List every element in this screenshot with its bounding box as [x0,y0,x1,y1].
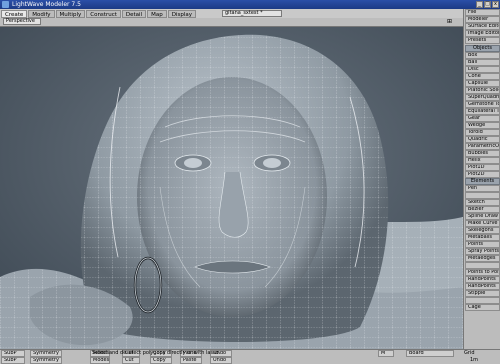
tool-stipple[interactable]: Stipple [465,290,500,297]
tool-points[interactable]: Points [465,241,500,248]
status-row-1: SubP Symmetry Modes Cut Copy Paste Undo … [0,350,500,357]
tool-superquadric[interactable]: SuperQuadric [465,94,500,101]
tool-blank-1 [465,192,500,199]
close-button[interactable]: x [492,1,499,8]
viewport-header: Perspective ⊞ [0,18,463,27]
view-mode-dropdown[interactable]: Perspective [3,18,41,25]
tab-display[interactable]: Display [167,9,196,18]
tool-points-to-polys[interactable]: Points to Polys [465,269,500,276]
menu-modeler[interactable]: Modeler [465,16,500,23]
app-icon [2,1,9,8]
tool-spray-points[interactable]: Spray Points [465,248,500,255]
tool-ball[interactable]: Ball [465,59,500,66]
tool-helix[interactable]: Helix [465,157,500,164]
maximize-button[interactable]: □ [484,1,491,8]
elements-header: Elements [465,178,500,185]
menu-surface-editor[interactable]: Surface Editor [465,23,500,30]
tool-pen[interactable]: Pen [465,185,500,192]
tool-spline-draw[interactable]: Spline Draw [465,213,500,220]
tool-skelegons[interactable]: Skelegons [465,227,500,234]
tool-parametricobj[interactable]: ParametricObj [465,143,500,150]
window-controls: _ □ x [476,1,499,8]
tool-randpoints[interactable]: RandPoints [465,276,500,283]
tool-metaballs[interactable]: Metaballs [465,234,500,241]
tool-blank-2 [465,262,500,269]
menu-presets[interactable]: Presets [465,37,500,44]
tool-equilateral-tri[interactable]: Equilateral Tri [465,108,500,115]
tool-randpoints-2[interactable]: RandPoints [465,283,500,290]
tool-toroid[interactable]: Toroid [465,129,500,136]
tool-platonic-solid[interactable]: Platonic Solid [465,87,500,94]
minimize-button[interactable]: _ [476,1,483,8]
object-dropdown[interactable]: gitana_sxtest * [222,10,282,17]
tool-bubbles[interactable]: Bubbles [465,150,500,157]
toolbar-panel: File Modeler Surface Editor Image Editor… [463,9,500,349]
status-help-text: Select and deselect polygons directly or… [92,350,221,356]
tool-gear[interactable]: Gear [465,115,500,122]
tool-quadric[interactable]: Quadric [465,136,500,143]
tool-capsule[interactable]: Capsule [465,80,500,87]
tab-map[interactable]: Map [147,9,167,18]
tab-construct[interactable]: Construct [86,9,121,18]
tool-plot2d[interactable]: Plot2D [465,171,500,178]
tool-sketch[interactable]: Sketch [465,199,500,206]
tab-modify[interactable]: Modify [28,9,55,18]
menu-file[interactable]: File [465,9,500,16]
perspective-viewport[interactable] [0,27,463,349]
tool-plot1d[interactable]: Plot1D [465,164,500,171]
tool-cage[interactable]: Cage [465,304,500,311]
tool-bezier[interactable]: Bezier [465,206,500,213]
status-bar: SubP Symmetry Modes Cut Copy Paste Undo … [0,349,500,364]
tab-multiply[interactable]: Multiply [55,9,86,18]
subp-button[interactable]: SubP [1,350,25,357]
menu-image-editor[interactable]: Image Editor [465,30,500,37]
tool-box[interactable]: Box [465,52,500,59]
m-button[interactable]: M [378,350,394,357]
window-title: LightWave Modeler 7.5 [12,1,81,8]
tool-blank-3 [465,297,500,304]
grid-label: Grid [464,350,475,356]
tool-gemstone[interactable]: Gemstone Tool [465,101,500,108]
tool-metaedges[interactable]: Metaedges [465,255,500,262]
tab-detail[interactable]: Detail [121,9,147,18]
tool-disc[interactable]: Disc [465,66,500,73]
title-bar: LightWave Modeler 7.5 _ □ x [0,0,500,9]
objects-header: Objects [465,45,500,52]
board-dropdown[interactable]: Board [406,350,454,357]
tool-cone[interactable]: Cone [465,73,500,80]
tab-create[interactable]: Create [1,9,28,18]
model-canvas [0,27,463,349]
viewport-options-icon[interactable]: ⊞ [447,18,452,25]
symmetry-button[interactable]: Symmetry [30,350,62,357]
tool-make-curve[interactable]: Make Curve [465,220,500,227]
tool-wedge[interactable]: Wedge [465,122,500,129]
